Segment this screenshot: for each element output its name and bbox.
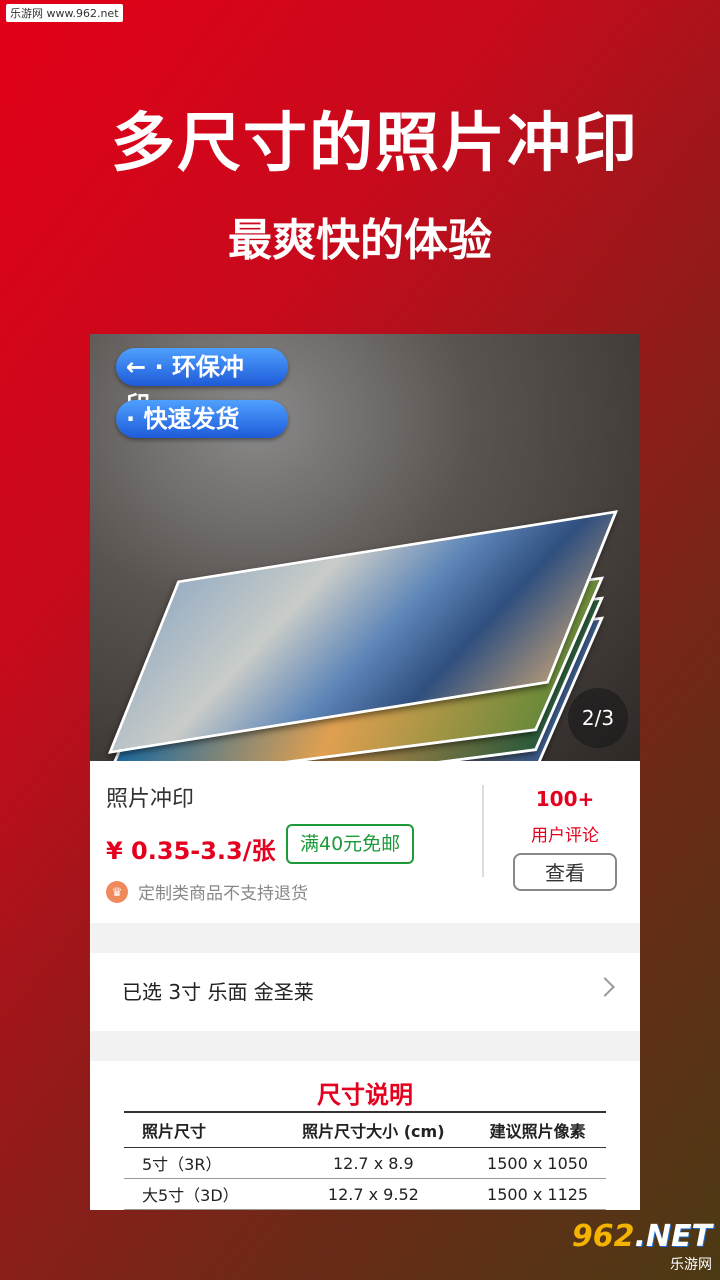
product-image-carousel[interactable]: ← · 环保冲印 · 快速发货 2/3 xyxy=(90,334,640,761)
review-count: 100+ xyxy=(535,787,595,811)
table-row: 大5寸（3D） 12.7 x 9.52 1500 x 1125 xyxy=(124,1178,606,1210)
product-price: ¥ 0.35-3.3/张 xyxy=(106,837,276,865)
logo-text-b: .NET xyxy=(634,1219,712,1254)
table-cell: 12.7 x 9.52 xyxy=(277,1178,470,1210)
eco-print-tag: ← · 环保冲印 xyxy=(116,348,288,419)
crown-icon: ♛ xyxy=(106,880,128,903)
image-counter: 2/3 xyxy=(568,688,628,748)
photo-stack-image xyxy=(101,510,619,761)
table-row: 5寸（3R） 12.7 x 8.9 1500 x 1050 xyxy=(124,1147,606,1179)
size-table: 照片尺寸 照片尺寸大小 (cm) 建议照片像素 5寸（3R） 12.7 x 8.… xyxy=(124,1111,606,1210)
product-name: 照片冲印 xyxy=(106,787,195,812)
site-logo-watermark: 962.NET 乐游网 xyxy=(572,1219,712,1274)
free-shipping-badge: 满40元免邮 xyxy=(286,824,415,864)
size-guide: 尺寸说明 照片尺寸 照片尺寸大小 (cm) 建议照片像素 5寸（3R） 12.7… xyxy=(90,1061,640,1210)
return-policy-text: 定制类商品不支持退货 xyxy=(138,884,308,904)
return-policy-note: ♛ 定制类商品不支持退货 xyxy=(106,879,308,904)
site-watermark: 乐游网 www.962.net xyxy=(6,4,123,22)
product-page-screenshot: ← · 环保冲印 · 快速发货 2/3 照片冲印 ¥ 0.35-3.3/张 满4… xyxy=(90,334,640,1210)
promo-headline: 多尺寸的照片冲印 xyxy=(111,107,639,181)
table-cell: 1500 x 1125 xyxy=(469,1178,606,1210)
table-cell: 12.7 x 8.9 xyxy=(277,1147,470,1179)
column-header: 照片尺寸 xyxy=(124,1111,278,1148)
logo-text-a: 962 xyxy=(571,1219,635,1254)
size-guide-title: 尺寸说明 xyxy=(317,1081,413,1109)
chevron-right-icon xyxy=(595,977,615,997)
fast-shipping-tag: · 快速发货 xyxy=(116,400,288,438)
table-cell: 5寸（3R） xyxy=(124,1147,278,1179)
vertical-divider xyxy=(482,785,484,877)
product-info: 照片冲印 ¥ 0.35-3.3/张 满40元免邮 ♛ 定制类商品不支持退货 10… xyxy=(90,761,640,923)
review-label: 用户评论 xyxy=(531,826,599,846)
column-header: 照片尺寸大小 (cm) xyxy=(277,1111,470,1148)
logo-caption: 乐游网 xyxy=(670,1257,712,1273)
view-reviews-button[interactable]: 查看 xyxy=(513,853,617,891)
spec-selector-row[interactable]: 已选 3寸 乐面 金圣莱 xyxy=(90,953,640,1031)
column-header: 建议照片像素 xyxy=(469,1111,606,1148)
table-header-row: 照片尺寸 照片尺寸大小 (cm) 建议照片像素 xyxy=(124,1111,606,1148)
table-cell: 大5寸（3D） xyxy=(124,1178,278,1210)
table-cell: 1500 x 1050 xyxy=(469,1147,606,1179)
selected-spec-text: 已选 3寸 乐面 金圣莱 xyxy=(122,980,314,1004)
promo-subheadline: 最爽快的体验 xyxy=(228,215,492,266)
